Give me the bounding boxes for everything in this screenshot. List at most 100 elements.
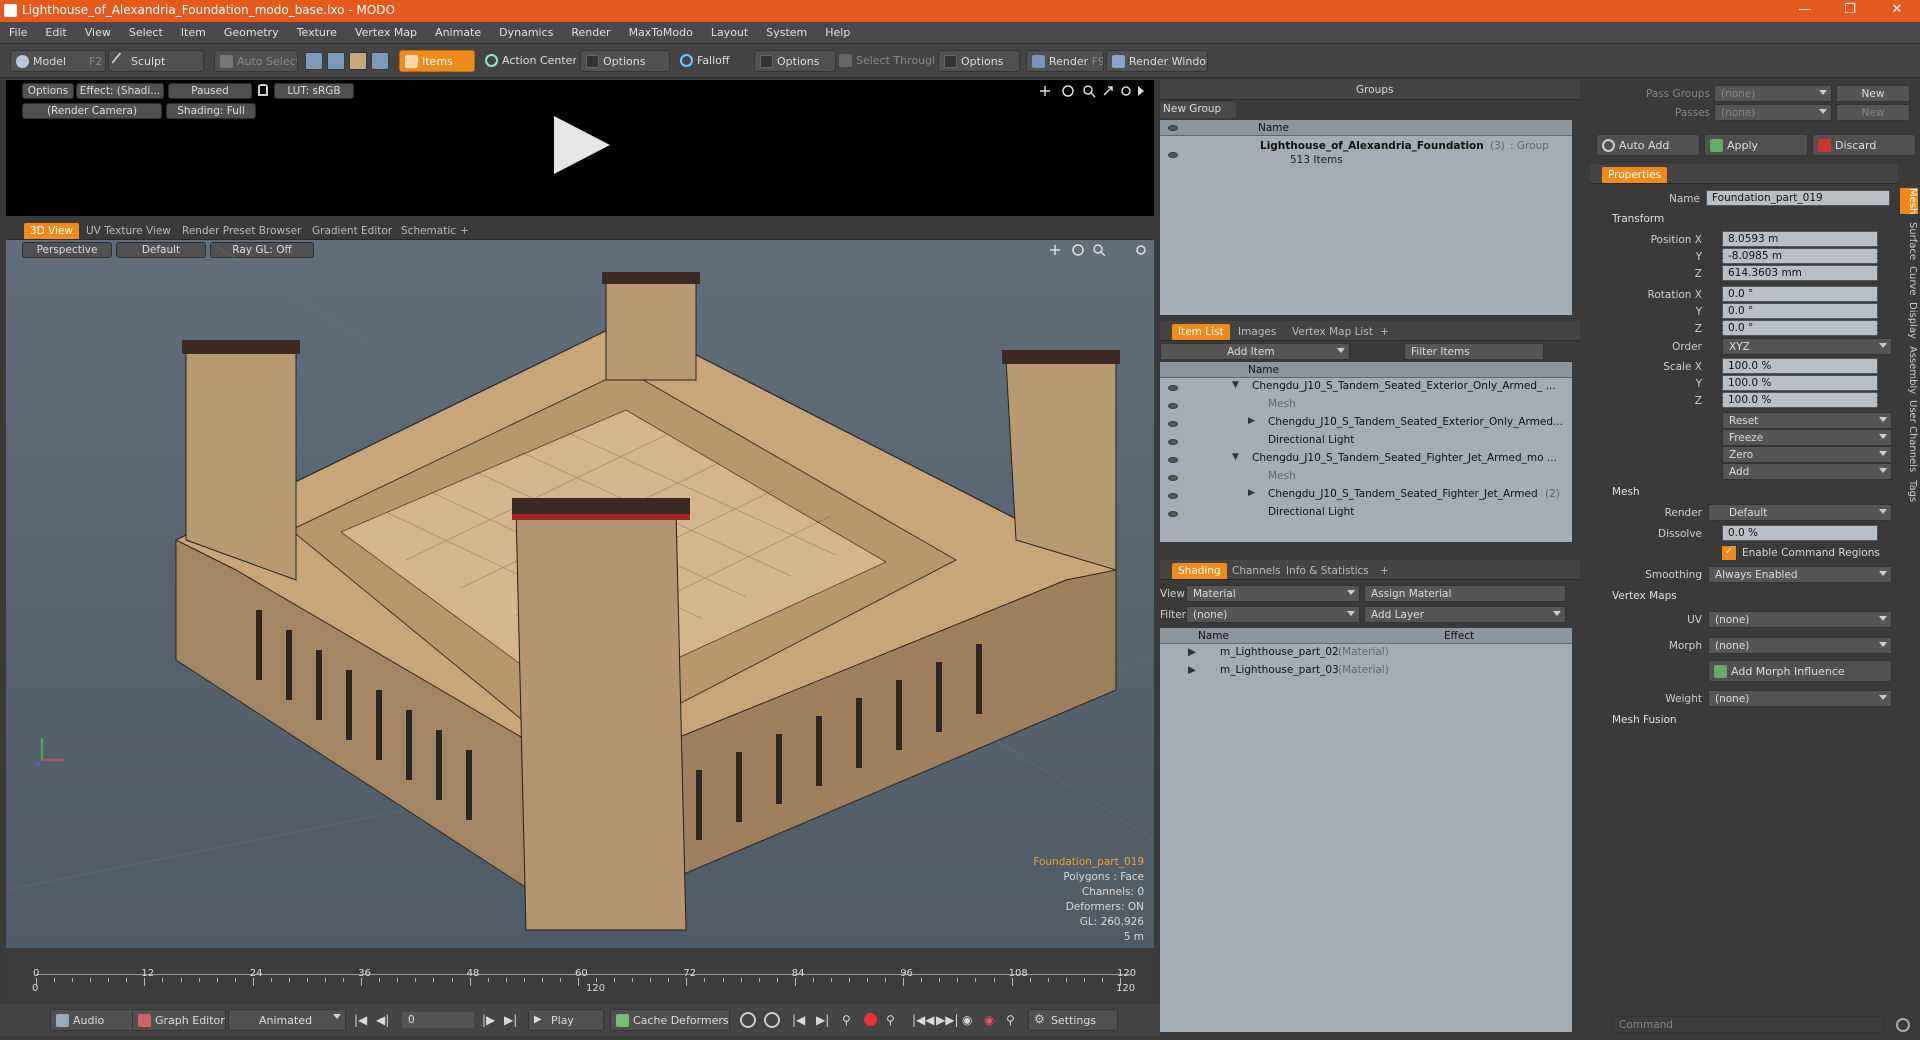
expand-icon[interactable]: ▼ [1232,452,1239,462]
uv-dropdown[interactable]: (none) [1708,611,1892,628]
visibility-eye-icon[interactable] [1168,493,1178,499]
audio-button[interactable]: Audio [50,1009,136,1031]
preview-paused-button[interactable]: Paused [168,83,252,99]
position-z-input[interactable]: 614.3603 mm [1722,265,1878,281]
visibility-eye-icon[interactable] [1168,125,1178,131]
next-key-icon[interactable]: ▶| [816,1013,829,1027]
tab-add[interactable]: + [454,223,475,239]
tab-vertex-map-list[interactable]: Vertex Map List [1286,324,1379,340]
vtab-tags[interactable]: Tags [1900,480,1918,502]
animated-dropdown[interactable]: Animated [228,1009,346,1031]
menu-layout[interactable]: Layout [702,22,757,44]
falloff-options-button[interactable]: Options [754,50,836,72]
minimize-button[interactable]: — [1790,2,1820,20]
current-frame-input[interactable]: 0 [402,1012,474,1028]
command-history-icon[interactable] [1896,1018,1910,1032]
passes-dropdown[interactable]: (none) [1714,104,1832,121]
dissolve-input[interactable]: 0.0 % [1722,525,1878,541]
scale-z-input[interactable]: 100.0 % [1722,392,1878,408]
preview-options-button[interactable]: Options [22,83,74,99]
pass-groups-dropdown[interactable]: (none) [1714,85,1832,102]
preview-lut-dropdown[interactable]: LUT: sRGB [274,83,354,99]
skip-end-icon[interactable]: ▶| [504,1013,517,1027]
vtab-curve[interactable]: Curve [1900,266,1918,296]
graph-editor-button[interactable]: Graph Editor [132,1009,226,1031]
step-forward-icon[interactable]: |▶ [482,1013,495,1027]
edges-mode-icon[interactable] [327,52,345,70]
tab-channels[interactable]: Channels [1226,563,1287,579]
expand-icon[interactable]: ▶ [1188,664,1196,676]
render-dropdown[interactable]: Default [1708,504,1892,521]
step-back-icon[interactable]: ◀| [376,1013,389,1027]
select-through-button[interactable]: Select Through [834,50,934,72]
add-layer-dropdown[interactable]: Add Layer [1364,606,1566,623]
vtab-assembly[interactable]: Assembly [1900,346,1918,394]
materials-mode-icon[interactable] [371,52,389,70]
action-center-options-button[interactable]: Options [580,50,670,72]
tab-item-list[interactable]: Item List [1172,324,1230,340]
vtab-user-channels[interactable]: User Channels [1900,400,1918,472]
menu-system[interactable]: System [757,22,816,44]
mesh-section[interactable]: Mesh [1612,486,1640,498]
menu-animate[interactable]: Animate [426,22,490,44]
visibility-eye-icon[interactable] [1168,439,1178,445]
visibility-eye-icon[interactable] [1168,403,1178,409]
filter-dropdown[interactable]: (none) [1186,606,1360,623]
falloff-button[interactable]: Falloff [675,50,750,72]
rotation-y-input[interactable]: 0.0 ° [1722,303,1878,319]
visibility-eye-icon[interactable] [1168,511,1178,517]
items-mode-button[interactable]: Items [399,50,475,72]
tab-schematic[interactable]: Schematic [395,223,462,239]
camera-icon[interactable]: ◉ [962,1013,972,1027]
play-button[interactable]: ▶ Play [528,1009,604,1031]
freeze-dropdown[interactable]: Freeze [1722,429,1892,446]
skip-fwd-key-icon[interactable]: ▶▶| [936,1013,959,1027]
select-through-options-button[interactable]: Options [938,50,1020,72]
tab-add[interactable]: + [1374,563,1395,579]
model-mode-button[interactable]: Model F2 [10,50,106,72]
menu-render[interactable]: Render [562,22,619,44]
expand-icon[interactable]: ▶ [1248,488,1255,498]
3d-viewport[interactable]: Perspective Default Ray GL: Off Foundati… [6,240,1154,948]
action-center-button[interactable]: Action Center [480,50,576,72]
expand-icon[interactable]: ▼ [1232,380,1239,390]
menu-vertex-map[interactable]: Vertex Map [346,22,426,44]
add-dropdown[interactable]: Add [1722,463,1892,480]
vertices-mode-icon[interactable] [305,52,323,70]
filter-items-input[interactable]: Filter Items [1404,343,1544,360]
auto-add-button[interactable]: Auto Add [1596,134,1700,156]
sculpt-mode-button[interactable]: Sculpt [108,50,204,72]
tab-add[interactable]: + [1374,324,1395,340]
menu-file[interactable]: File [0,22,36,44]
skip-back-key-icon[interactable]: |◀◀ [912,1013,935,1027]
scale-x-input[interactable]: 100.0 % [1722,358,1878,374]
new-pass-button[interactable]: New [1836,104,1910,121]
skip-start-icon[interactable]: |◀ [354,1013,367,1027]
menu-maxtomodo[interactable]: MaxToModo [620,22,702,44]
menu-edit[interactable]: Edit [36,22,75,44]
view-dropdown[interactable]: Material [1186,585,1360,602]
vtab-display[interactable]: Display [1900,302,1918,339]
auto-select-button[interactable]: Auto Select [214,50,298,72]
visibility-eye-icon[interactable] [1168,457,1178,463]
expand-icon[interactable]: ▶ [1188,646,1196,658]
shader-row[interactable]: ▶ m_Lighthouse_part_03 (Material) [1160,664,1572,679]
preview-shading-dropdown[interactable]: Shading: Full [166,103,256,119]
menu-item[interactable]: Item [172,22,215,44]
camera-options-icon[interactable]: ⚲ [1006,1013,1015,1027]
new-group-button[interactable]: New Group [1160,102,1236,118]
cache-deformers-button[interactable]: Cache Deformers [610,1009,730,1031]
visibility-eye-icon[interactable] [1168,421,1178,427]
preview-camera-dropdown[interactable]: (Render Camera) [22,103,162,119]
key-icon[interactable] [740,1012,756,1028]
preview-nav-icons[interactable] [1036,83,1146,99]
command-input[interactable]: Command [1612,1016,1884,1033]
morph-dropdown[interactable]: (none) [1708,637,1892,654]
group-item-name[interactable]: Lighthouse_of_Alexandria_Foundation [1260,140,1484,152]
position-x-input[interactable]: 8.0593 m [1722,231,1878,247]
apply-button[interactable]: Apply [1704,134,1808,156]
item-list-row[interactable]: Directional Light [1160,506,1572,521]
smoothing-dropdown[interactable]: Always Enabled [1708,566,1892,583]
menu-help[interactable]: Help [816,22,859,44]
scale-y-input[interactable]: 100.0 % [1722,375,1878,391]
